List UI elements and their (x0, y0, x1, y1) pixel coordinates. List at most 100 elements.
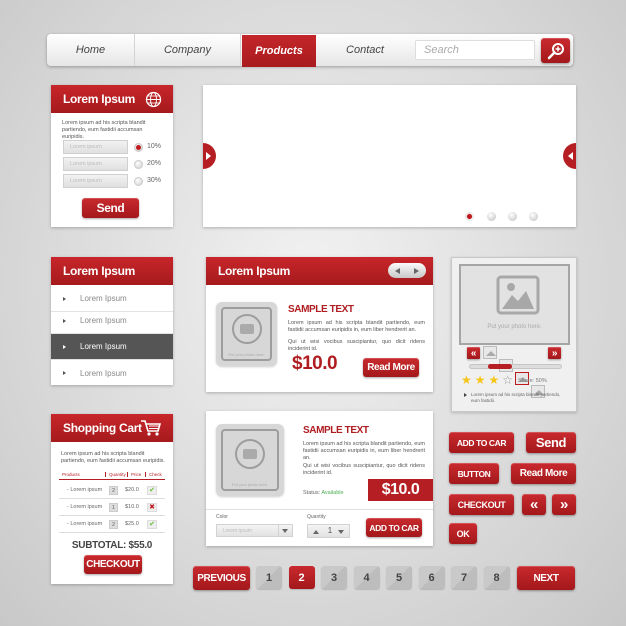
gallery-thumb[interactable] (483, 346, 497, 359)
color-label: Color (216, 514, 228, 520)
quantity-up-icon[interactable] (313, 530, 319, 534)
nav-company[interactable]: Company (135, 34, 241, 66)
slider-dot-4[interactable] (529, 212, 538, 221)
bullet-arrow-icon (63, 344, 66, 349)
cart-price: $25.0 (125, 521, 139, 527)
detail-text-1: Lorem ipsum ad his scripta blandit parti… (303, 441, 425, 461)
quantity-label: Quantity (307, 514, 326, 520)
radio-20[interactable] (134, 160, 143, 169)
bullet-arrow-icon (63, 296, 66, 301)
cart-title: Shopping Cart (63, 421, 142, 435)
form-card: Lorem Ipsum Lorem ipsum ad his scripta b… (51, 85, 173, 227)
form-input-1[interactable]: Lorem ipsum (63, 140, 128, 154)
radio-10[interactable] (134, 143, 143, 152)
form-card-description: Lorem ipsum ad his scripta blandit parti… (62, 120, 146, 140)
cart-col-products: Products (62, 472, 80, 477)
cart-product: - Lorem ipsum (67, 487, 103, 493)
cart-checkout-button[interactable]: CHECKOUT (84, 555, 142, 574)
nav-products[interactable]: Products (242, 35, 316, 67)
cart-col-price: Price (127, 472, 141, 477)
slider-next-button[interactable] (563, 143, 576, 169)
checkout-button[interactable]: CHECKOUT (449, 494, 514, 515)
slider-prev-button[interactable] (203, 143, 216, 169)
quantity-down-icon[interactable] (338, 530, 344, 534)
detail-text-2: Qui ut wisi vocibus suscipiantur, quo di… (303, 463, 425, 476)
shopping-cart-icon (141, 420, 162, 436)
detail-status: Status: Available (303, 490, 344, 496)
form-input-3[interactable]: Lorem ipsum (63, 174, 128, 188)
pagination-page-7[interactable]: 7 (451, 566, 477, 589)
gallery-note-text: Lorem ipsum ad his scripta blandit parti… (471, 392, 561, 403)
cart-qty[interactable]: 2 (109, 519, 118, 529)
photo-gallery: Put your photo here. « » ★ ★ ★ ☆ Share: 50%… (451, 257, 577, 412)
chevron-down-icon (282, 529, 288, 533)
pagination-page-2[interactable]: 2 (288, 566, 315, 589)
pagination-page-4[interactable]: 4 (353, 566, 380, 589)
cart-qty[interactable]: 2 (109, 485, 118, 495)
double-left-button[interactable]: « (522, 494, 546, 515)
pagination-next[interactable]: NEXT (517, 566, 575, 590)
search-input[interactable]: Search (415, 40, 535, 60)
cart-qty[interactable]: 1 (109, 502, 118, 512)
product-text-1: Lorem ipsum ad his scripta blandit parti… (288, 320, 425, 333)
send-button-large[interactable]: Send (526, 432, 576, 453)
menu-item[interactable]: Lorem Ipsum (51, 360, 173, 386)
menu-item[interactable]: Lorem Ipsum (51, 308, 173, 334)
menu-item-label: Lorem Ipsum (80, 342, 127, 351)
cart-row: - Lorem ipsum 2 $25.0 ✔ (59, 516, 165, 533)
slider-dot-3[interactable] (508, 212, 517, 221)
menu-item-active[interactable]: Lorem Ipsum (51, 334, 173, 360)
radio-30[interactable] (134, 177, 143, 186)
read-more-button[interactable]: Read More (363, 358, 419, 377)
add-to-cart-button[interactable]: ADD TO CAR (449, 432, 514, 453)
check-icon[interactable]: ✔ (147, 519, 157, 529)
slider-dot-2[interactable] (487, 212, 496, 221)
gallery-prev-button[interactable]: « (467, 347, 480, 359)
generic-button[interactable]: BUTTON (449, 463, 499, 484)
detail-add-to-cart-button[interactable]: ADD TO CAR (366, 518, 422, 537)
rating-stars[interactable]: ★ ★ ★ ☆ (461, 374, 513, 386)
menu-list-title: Lorem Ipsum (63, 264, 136, 278)
star-filled-icon[interactable]: ★ (475, 374, 486, 386)
color-select[interactable]: Lorem ipsum (216, 524, 293, 537)
product-detail-card: Put your photo here. SAMPLE TEXT Lorem i… (206, 411, 433, 546)
photo-caption: Put your photo here. (228, 352, 265, 357)
cart-price: $10.0 (125, 504, 139, 510)
read-more-button-large[interactable]: Read More (511, 463, 576, 484)
gallery-note: Lorem ipsum ad his scripta blandit parti… (464, 392, 568, 404)
star-filled-icon[interactable]: ★ (461, 374, 472, 386)
pagination-page-3[interactable]: 3 (321, 566, 347, 589)
nav-contact[interactable]: Contact (317, 34, 413, 66)
star-filled-icon[interactable]: ★ (489, 374, 500, 386)
pagination-page-5[interactable]: 5 (386, 566, 412, 589)
image-placeholder-icon (496, 275, 540, 315)
slider-dot-1[interactable] (465, 212, 474, 221)
gallery-next-button[interactable]: » (548, 347, 561, 359)
prev-arrow-icon[interactable] (395, 267, 400, 274)
ok-button[interactable]: OK (449, 523, 477, 544)
double-right-button[interactable]: » (552, 494, 576, 515)
gallery-scrollbar-thumb[interactable] (488, 364, 512, 369)
gallery-scrollbar-track[interactable] (469, 364, 562, 369)
menu-item-label: Lorem Ipsum (80, 316, 127, 325)
check-icon[interactable]: ✔ (147, 485, 157, 495)
form-input-2[interactable]: Lorem ipsum (63, 157, 128, 171)
detail-heading: SAMPLE TEXT (303, 425, 369, 436)
pagination-page-8[interactable]: 8 (483, 566, 510, 589)
pagination-previous[interactable]: PREVIOUS (193, 566, 250, 590)
radio-label-30: 30% (147, 177, 162, 184)
next-arrow-icon[interactable] (414, 267, 419, 274)
pagination-page-1[interactable]: 1 (256, 566, 282, 589)
search-button[interactable] (541, 38, 570, 63)
quantity-value[interactable]: 1 (325, 526, 335, 535)
send-button[interactable]: Send (82, 198, 139, 218)
photo-caption: Put your photo here. (231, 482, 269, 487)
menu-item-label: Lorem Ipsum (80, 368, 127, 378)
cart-price: $20.0 (125, 487, 139, 493)
nav-home[interactable]: Home (47, 34, 135, 66)
cross-icon[interactable]: ✖ (147, 502, 157, 512)
detail-photo-placeholder: Put your photo here. (216, 424, 284, 496)
quantity-stepper[interactable]: 1 (307, 524, 350, 538)
pagination-page-6[interactable]: 6 (418, 566, 445, 589)
star-empty-icon[interactable]: ☆ (502, 374, 513, 386)
